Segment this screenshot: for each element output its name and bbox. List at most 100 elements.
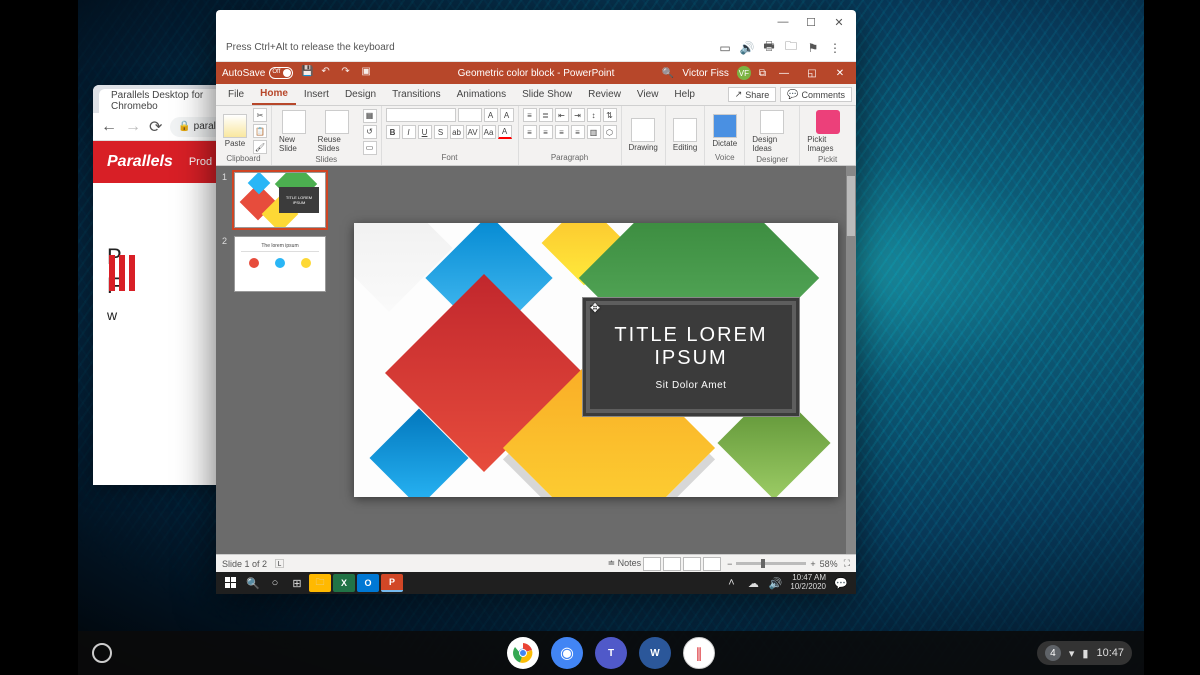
thumb-slide-1[interactable]: 1 TITLE LOREMIPSUM	[222, 172, 330, 228]
chromeos-shelf[interactable]: ◉ T W ∥ 4 ▾ ▮ 10:47	[78, 631, 1144, 675]
status-pill[interactable]: 4 ▾ ▮ 10:47	[1037, 641, 1132, 665]
flag-icon[interactable]: ⚑	[802, 39, 824, 57]
font-family-select[interactable]	[386, 108, 456, 122]
normal-view-icon[interactable]	[643, 557, 661, 571]
reuse-slides-button[interactable]: Reuse Slides	[315, 108, 360, 155]
autosave-toggle[interactable]: AutoSave Off	[222, 67, 293, 79]
shrink-font-icon[interactable]: A	[500, 108, 514, 122]
design-ideas-button[interactable]: Design Ideas	[749, 108, 795, 155]
cut-icon[interactable]: ✂	[253, 108, 267, 122]
word-icon[interactable]: W	[639, 637, 671, 669]
format-painter-icon[interactable]: 🖌	[253, 140, 267, 154]
nav-products[interactable]: Prod	[189, 156, 212, 168]
dictate-button[interactable]: Dictate	[709, 112, 740, 150]
indent-inc-icon[interactable]: ⇥	[571, 108, 585, 122]
comments-button[interactable]: 💬 Comments	[780, 87, 852, 102]
tab-help[interactable]: Help	[666, 84, 703, 105]
action-center-icon[interactable]: 💬	[830, 574, 852, 592]
zoom-level[interactable]: 58%	[820, 559, 838, 569]
excel-icon[interactable]: X	[333, 574, 355, 592]
pp-minimize-button[interactable]: —	[774, 68, 794, 79]
bullets-icon[interactable]: ≡	[523, 108, 537, 122]
columns-icon[interactable]: ▥	[587, 125, 601, 139]
numbering-icon[interactable]: ≣	[539, 108, 553, 122]
vertical-scrollbar[interactable]	[846, 166, 856, 554]
slide-subtitle[interactable]: Sit Dolor Amet	[656, 380, 727, 391]
bold-icon[interactable]: B	[386, 125, 400, 139]
save-icon[interactable]: 💾	[301, 66, 315, 80]
slide-thumbnails-panel[interactable]: 1 TITLE LOREMIPSUM 2 The lorem ipsum	[216, 166, 336, 554]
menu-icon[interactable]: ⋮	[824, 39, 846, 57]
tab-slideshow[interactable]: Slide Show	[514, 84, 580, 105]
windows-clock[interactable]: 10:47 AM 10/2/2020	[790, 574, 826, 592]
fit-window-icon[interactable]: ⛶	[844, 558, 850, 569]
editing-button[interactable]: Editing	[670, 116, 700, 154]
underline-icon[interactable]: U	[418, 125, 432, 139]
pp-close-button[interactable]: ✕	[830, 68, 850, 79]
paste-button[interactable]: Paste	[220, 112, 250, 150]
reload-icon[interactable]: ⟳	[149, 117, 162, 137]
reset-icon[interactable]: ↺	[363, 125, 377, 139]
zoom-out-icon[interactable]: −	[727, 559, 732, 569]
slide-canvas-area[interactable]: TITLE LOREM IPSUM Sit Dolor Amet ✥	[336, 166, 856, 554]
vm-close-button[interactable]: ✕	[828, 14, 850, 30]
tray-chevron-icon[interactable]: ˄	[720, 574, 742, 592]
tray-cloud-icon[interactable]: ☁	[742, 574, 764, 592]
spellcheck-icon[interactable]: 🄻	[275, 557, 284, 570]
window-mode-icon[interactable]: ⧉	[759, 68, 766, 79]
task-view-icon[interactable]: ⊞	[286, 574, 308, 592]
vm-minimize-button[interactable]: —	[772, 14, 794, 30]
thumb-slide-2[interactable]: 2 The lorem ipsum	[222, 236, 330, 292]
user-avatar[interactable]: VF	[737, 66, 751, 80]
vm-maximize-button[interactable]: ☐	[800, 14, 822, 30]
indent-dec-icon[interactable]: ⇤	[555, 108, 569, 122]
tab-insert[interactable]: Insert	[296, 84, 337, 105]
copy-icon[interactable]: 📋	[253, 124, 267, 138]
spacing-icon[interactable]: AV	[466, 125, 480, 139]
sound-icon[interactable]: 🔊	[736, 39, 758, 57]
scroll-thumb[interactable]	[847, 176, 855, 236]
undo-icon[interactable]: ↶	[321, 66, 335, 80]
search-icon[interactable]: 🔍	[662, 68, 674, 79]
file-explorer-icon[interactable]: 🗀	[309, 574, 331, 592]
new-slide-button[interactable]: New Slide	[276, 108, 312, 155]
slide-canvas[interactable]: TITLE LOREM IPSUM Sit Dolor Amet ✥	[354, 223, 838, 497]
title-text-box[interactable]: TITLE LOREM IPSUM Sit Dolor Amet	[582, 297, 800, 417]
pickit-button[interactable]: Pickit Images	[804, 108, 851, 155]
strike-icon[interactable]: S	[434, 125, 448, 139]
share-button[interactable]: ↗ Share	[728, 87, 777, 102]
font-size-select[interactable]	[458, 108, 482, 122]
print-icon[interactable]: 🖶	[758, 39, 780, 57]
drawing-button[interactable]: Drawing	[626, 116, 661, 154]
chrome-icon[interactable]	[507, 637, 539, 669]
tab-file[interactable]: File	[220, 84, 252, 105]
status-tray[interactable]: 4 ▾ ▮ 10:47	[1037, 641, 1144, 665]
notes-button[interactable]: ≐ Notes	[608, 558, 642, 569]
start-slideshow-icon[interactable]: ▣	[361, 66, 375, 80]
powerpoint-taskbar-icon[interactable]: P	[381, 574, 403, 592]
search-icon[interactable]: 🔍	[242, 574, 264, 592]
outlook-icon[interactable]: O	[357, 574, 379, 592]
grow-font-icon[interactable]: A	[484, 108, 498, 122]
section-icon[interactable]: ▭	[363, 141, 377, 155]
toggle-icon[interactable]: Off	[269, 67, 293, 79]
sorter-view-icon[interactable]	[663, 557, 681, 571]
parallels-vm-window[interactable]: — ☐ ✕ Press Ctrl+Alt to release the keyb…	[216, 10, 856, 594]
folder-icon[interactable]: 🗀	[780, 39, 802, 57]
smartart-icon[interactable]: ⬡	[603, 125, 617, 139]
line-spacing-icon[interactable]: ↕	[587, 108, 601, 122]
tab-view[interactable]: View	[629, 84, 667, 105]
cortana-icon[interactable]: ○	[264, 574, 286, 592]
back-icon[interactable]: ←	[101, 118, 117, 136]
files-icon[interactable]: ◉	[551, 637, 583, 669]
tray-volume-icon[interactable]: 🔊	[764, 574, 786, 592]
teams-icon[interactable]: T	[595, 637, 627, 669]
pp-restore-button[interactable]: ◱	[802, 68, 822, 79]
launcher-button[interactable]	[92, 643, 112, 663]
slideshow-view-icon[interactable]	[703, 557, 721, 571]
text-direction-icon[interactable]: ⇅	[603, 108, 617, 122]
layout-icon[interactable]: ▦	[363, 109, 377, 123]
tab-review[interactable]: Review	[580, 84, 629, 105]
zoom-slider[interactable]	[736, 562, 806, 565]
windows-taskbar[interactable]: 🔍 ○ ⊞ 🗀 X O P ˄ ☁ 🔊 10:47 AM 10/2/2020 💬	[216, 572, 856, 594]
